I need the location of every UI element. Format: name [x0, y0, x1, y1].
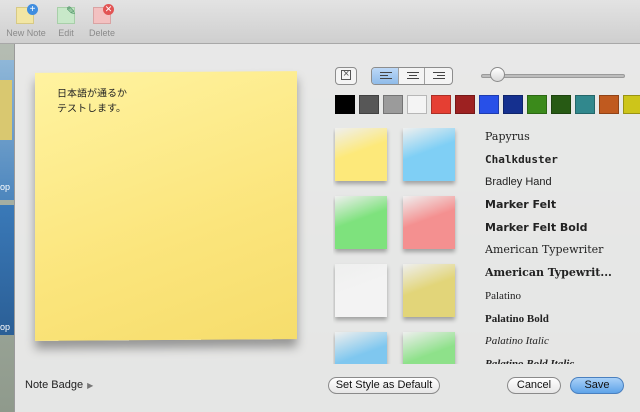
color-swatch-6[interactable]	[455, 95, 475, 114]
edit-icon: ✎	[55, 4, 77, 26]
cancel-button[interactable]: Cancel	[507, 377, 561, 394]
color-swatch-10[interactable]	[551, 95, 571, 114]
align-center-button[interactable]	[399, 68, 426, 84]
text-alignment-control	[371, 67, 453, 85]
font-item[interactable]: Palatino Italic	[485, 330, 635, 353]
font-item[interactable]: Marker Felt	[485, 194, 635, 217]
font-item[interactable]: Palatino	[485, 285, 635, 308]
align-right-button[interactable]	[425, 68, 452, 84]
style-swatch-khaki[interactable]	[403, 264, 455, 317]
color-swatch-5[interactable]	[431, 95, 451, 114]
note-badge-disclosure[interactable]: Note Badge ▶	[25, 379, 93, 391]
background-label-1: op	[0, 182, 11, 192]
note-text[interactable]: 日本語が通るか テストします。	[57, 86, 127, 116]
color-swatch-2[interactable]	[359, 95, 379, 114]
align-right-icon	[433, 72, 446, 81]
no-border-icon	[341, 68, 351, 80]
new-note-icon: +	[15, 4, 38, 26]
align-left-button[interactable]	[372, 68, 399, 84]
style-swatch-lime[interactable]	[403, 332, 455, 364]
style-swatch-pink[interactable]	[403, 196, 455, 249]
delete-label: Delete	[88, 28, 115, 38]
font-item[interactable]: American Typewriter	[485, 239, 635, 262]
style-swatch-blue[interactable]	[403, 128, 455, 181]
style-swatch-green[interactable]	[335, 196, 387, 249]
save-button[interactable]: Save	[570, 377, 624, 394]
color-swatch-7[interactable]	[479, 95, 499, 114]
align-center-icon	[406, 72, 419, 81]
background-note-strip	[0, 80, 12, 140]
align-left-icon	[380, 72, 392, 81]
color-swatch-4[interactable]	[407, 95, 427, 114]
color-swatch-8[interactable]	[503, 95, 523, 114]
note-style-grid	[333, 128, 465, 364]
background-window-strip-2	[0, 205, 14, 335]
font-size-slider-knob[interactable]	[490, 67, 506, 82]
new-note-label: New Note	[6, 28, 46, 38]
style-swatch-white[interactable]	[335, 264, 387, 317]
color-swatch-13[interactable]	[623, 95, 640, 114]
font-item[interactable]: Papyrus	[485, 126, 635, 149]
background-label-2: op	[0, 322, 11, 332]
font-list: Papyrus Chalkduster Bradley Hand Marker Fel…	[485, 126, 635, 364]
no-border-button[interactable]	[335, 67, 357, 85]
delete-button[interactable]: ✕ Delete	[84, 4, 120, 38]
font-item[interactable]: Bradley Hand	[485, 171, 635, 194]
new-note-button[interactable]: + New Note	[4, 4, 48, 38]
color-swatch-12[interactable]	[599, 95, 619, 114]
font-item[interactable]: American Typewrit...	[485, 262, 635, 285]
font-item[interactable]: Chalkduster	[485, 149, 635, 172]
disclosure-triangle-icon: ▶	[87, 381, 94, 390]
font-item[interactable]: Palatino Bold Italic	[485, 353, 635, 364]
note-style-sheet: 日本語が通るか テストします。 PapyrusChalkdusterBradle…	[14, 44, 640, 412]
font-item[interactable]: Marker Felt Bold	[485, 217, 635, 240]
color-swatch-row	[335, 95, 640, 114]
color-swatch-9[interactable]	[527, 95, 547, 114]
style-swatch-sky[interactable]	[335, 332, 387, 364]
edit-button[interactable]: ✎ Edit	[50, 4, 82, 38]
style-swatch-yellow[interactable]	[335, 128, 387, 181]
color-swatch-3[interactable]	[383, 95, 403, 114]
sticky-note-preview[interactable]: 日本語が通るか テストします。	[35, 71, 297, 341]
toolbar: + New Note ✎ Edit ✕ Delete	[0, 0, 640, 44]
delete-icon: ✕	[91, 4, 114, 26]
edit-label: Edit	[58, 28, 74, 38]
font-item[interactable]: Palatino Bold	[485, 308, 635, 331]
note-badge-label: Note Badge	[25, 379, 84, 391]
color-swatch-11[interactable]	[575, 95, 595, 114]
color-swatch-1[interactable]	[335, 95, 355, 114]
set-style-default-button[interactable]: Set Style as Default	[328, 377, 440, 394]
